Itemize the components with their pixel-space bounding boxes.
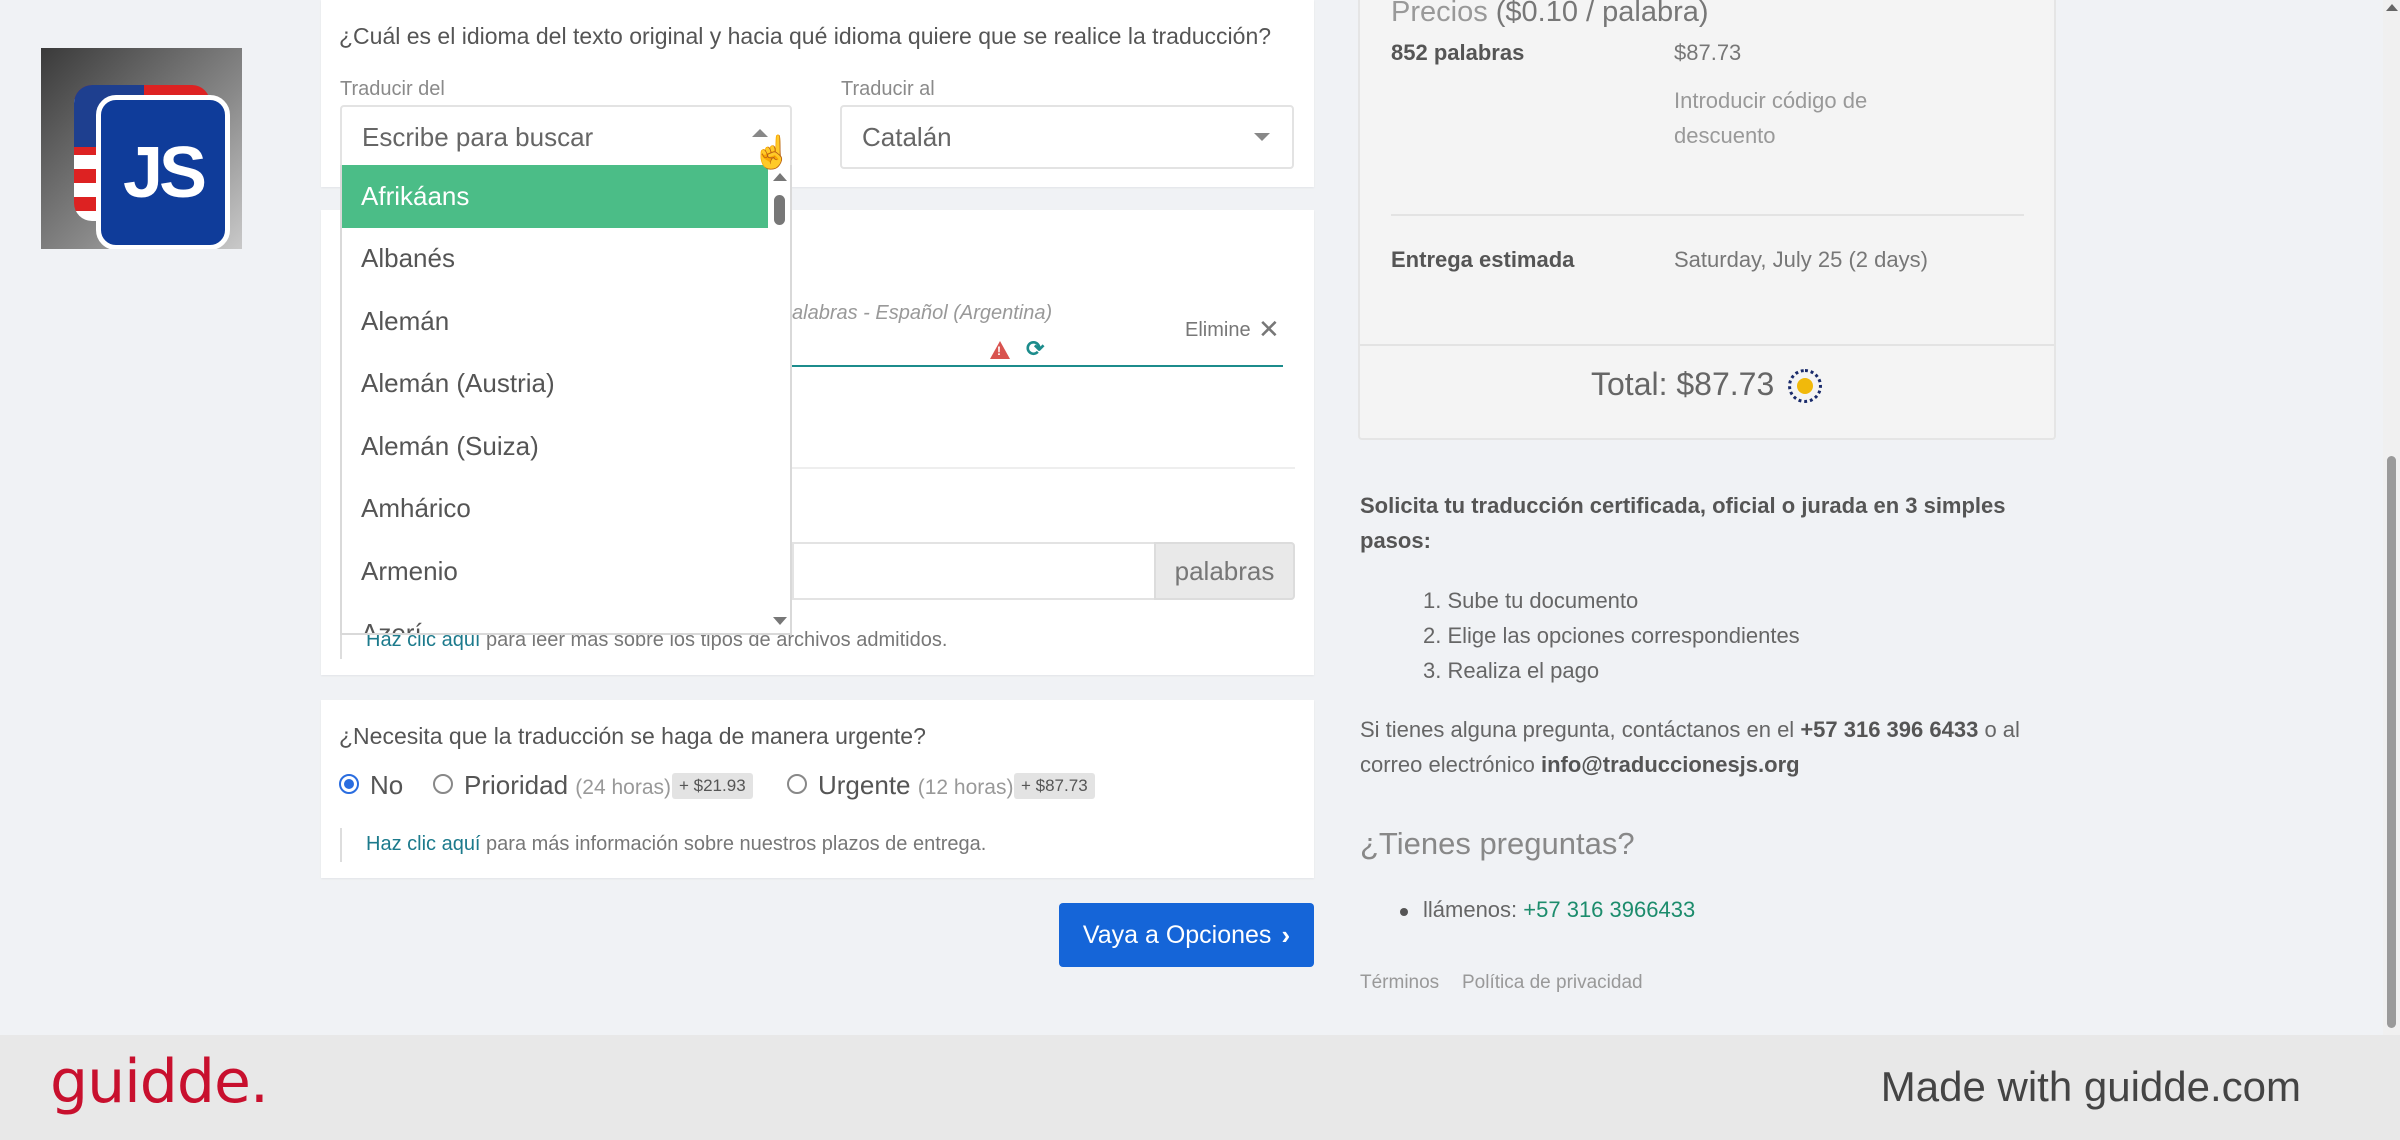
from-label: Traducir del: [340, 78, 445, 100]
priority-sub: (24 horas): [575, 776, 672, 799]
radio-priority[interactable]: [433, 774, 453, 794]
go-to-options-button[interactable]: Vaya a Opciones ›: [1059, 903, 1314, 967]
word-count-input[interactable]: [792, 542, 1155, 600]
step-item: 2. Elige las opciones correspondientes: [1423, 623, 1800, 648]
chevron-down-icon: [1254, 133, 1270, 141]
urgent-sub: (12 horas): [917, 776, 1014, 799]
company-logo: JS: [41, 48, 242, 249]
contact-text-1: Si tienes alguna pregunta, contáctanos e…: [1360, 717, 1801, 742]
page-scroll-up-icon[interactable]: [2386, 4, 2398, 11]
page-scrollbar-thumb[interactable]: [2387, 456, 2396, 1028]
urgent-label-text: Urgente: [818, 770, 911, 800]
privacy-link[interactable]: Política de privacidad: [1462, 972, 1643, 994]
scroll-up-icon[interactable]: [773, 173, 787, 181]
language-option[interactable]: Afrikáans: [342, 165, 790, 228]
priority-price-badge: + $21.93: [672, 773, 753, 799]
guidde-footer: guidde. Made with guidde.com: [0, 1035, 2400, 1140]
language-option[interactable]: Alemán: [342, 290, 790, 353]
radio-priority-label[interactable]: Prioridad (24 horas): [464, 770, 671, 801]
to-language-select[interactable]: Catalán: [840, 105, 1294, 169]
chevron-right-icon: ›: [1281, 919, 1291, 950]
pricing-heading: Precios ($0.10 / palabra): [1391, 0, 1709, 29]
steps-headline: Solicita tu traducción certificada, ofic…: [1360, 493, 2006, 553]
radio-urgent-label[interactable]: Urgente (12 horas): [818, 770, 1013, 801]
scrollbar-thumb[interactable]: [774, 195, 785, 225]
delivery-info-link[interactable]: Haz clic aquí: [366, 833, 481, 855]
words-addon: palabras: [1154, 542, 1295, 600]
language-question: ¿Cuál es el idioma del texto original y …: [339, 23, 1272, 49]
delivery-value: Saturday, July 25 (2 days): [1674, 247, 1928, 272]
language-dropdown[interactable]: Afrikáans Albanés Alemán Alemán (Austria…: [340, 165, 792, 635]
language-option[interactable]: Alemán (Suiza): [342, 415, 790, 478]
radio-no-label[interactable]: No: [370, 770, 403, 801]
radio-urgent[interactable]: [787, 774, 807, 794]
contact-text: Si tienes alguna pregunta, contáctanos e…: [1360, 712, 2050, 782]
step-item: 1. Sube tu documento: [1423, 588, 1639, 613]
close-icon[interactable]: ✕: [1258, 314, 1280, 345]
steps-list: 1. Sube tu documento 2. Elige las opcion…: [1423, 583, 1800, 688]
file-progress-line: [792, 365, 1283, 367]
language-option[interactable]: Armenio: [342, 540, 790, 603]
urgency-question: ¿Necesita que la traducción se haga de m…: [339, 723, 926, 749]
delivery-label: Entrega estimada: [1391, 247, 1575, 272]
coin-icon[interactable]: [1788, 369, 1822, 403]
priority-label-text: Prioridad: [464, 770, 569, 800]
made-with-text: Made with guidde.com: [1880, 1063, 2301, 1110]
pricing-title: Precios: [1391, 0, 1488, 28]
from-language-select[interactable]: Escribe para buscar: [340, 105, 792, 169]
delivery-note: Haz clic aquí para más información sobre…: [366, 833, 986, 856]
pricing-rate: ($0.10 / palabra): [1495, 0, 1709, 28]
page-scrollbar[interactable]: [2383, 0, 2400, 1035]
discount-code-link[interactable]: Introducir código de descuento: [1674, 83, 1974, 153]
to-language-value: Catalán: [862, 121, 952, 152]
contact-phone: +57 316 396 6433: [1800, 717, 1979, 742]
warning-icon: [990, 341, 1010, 359]
dropdown-scrollbar[interactable]: [768, 165, 790, 633]
language-option[interactable]: Albanés: [342, 228, 790, 291]
logo-text: JS: [96, 95, 230, 249]
total-divider: [1360, 344, 2054, 346]
total-price: Total: $87.73: [1591, 366, 1775, 402]
go-to-options-label: Vaya a Opciones: [1082, 920, 1272, 949]
pricing-divider: [1391, 214, 2024, 216]
section-divider: [792, 467, 1295, 469]
step-item: 3. Realiza el pago: [1423, 658, 1600, 683]
call-phone-link[interactable]: +57 316 3966433: [1523, 897, 1695, 922]
file-info: alabras - Español (Argentina): [792, 302, 1053, 324]
list-bullet: [1400, 908, 1408, 916]
to-label: Traducir al: [841, 78, 935, 100]
terms-link[interactable]: Términos: [1360, 972, 1439, 994]
guidde-logo: guidde.: [50, 1047, 269, 1117]
refresh-icon[interactable]: ⟳: [1026, 336, 1044, 362]
language-option[interactable]: Alemán (Austria): [342, 353, 790, 416]
language-option[interactable]: Amhárico: [342, 478, 790, 541]
words-count-label: 852 palabras: [1391, 40, 1525, 65]
scroll-down-icon[interactable]: [773, 617, 787, 625]
language-option[interactable]: Azerí: [342, 603, 790, 633]
words-price: $87.73: [1674, 40, 1742, 65]
hand-cursor-icon: ☝: [752, 134, 792, 170]
delivery-note-text: para más información sobre nuestros plaz…: [480, 833, 987, 855]
urgent-price-badge: + $87.73: [1014, 773, 1095, 799]
remove-file-button[interactable]: Elimine: [1185, 319, 1251, 342]
call-label: llámenos:: [1423, 897, 1524, 922]
radio-no[interactable]: [339, 774, 359, 794]
call-line: llámenos: +57 316 3966433: [1423, 897, 1695, 923]
questions-heading: ¿Tienes preguntas?: [1360, 826, 1635, 861]
note-bar: [340, 828, 342, 862]
contact-email: info@traduccionesjs.org: [1540, 752, 1800, 777]
from-search-placeholder[interactable]: Escribe para buscar: [362, 122, 593, 153]
